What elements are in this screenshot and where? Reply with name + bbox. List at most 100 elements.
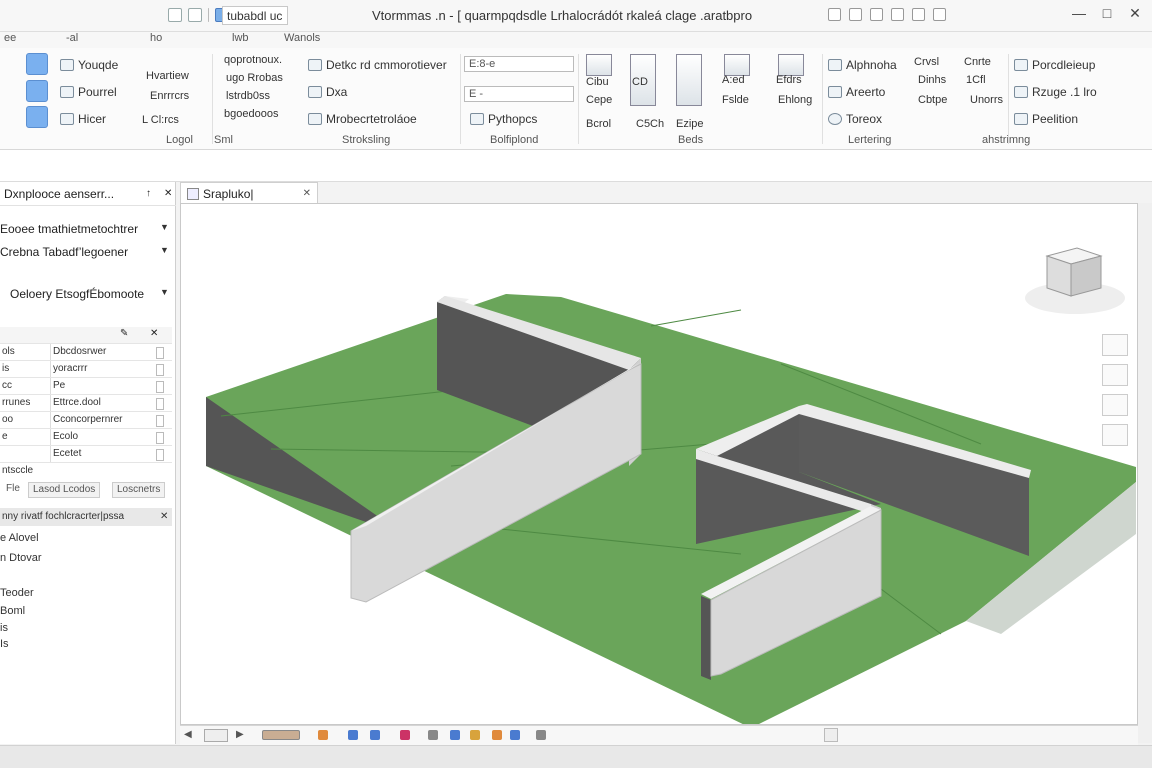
select-icon[interactable] [26, 80, 48, 102]
properties-icon[interactable] [26, 106, 48, 128]
orbit-icon[interactable] [1102, 394, 1128, 416]
table-row[interactable]: Ecetet [0, 446, 172, 463]
scroll-left-icon[interactable]: ◀ [184, 729, 192, 740]
3d-model-view[interactable] [181, 204, 1138, 725]
minimize-icon[interactable]: — [1072, 6, 1086, 20]
settings-icon[interactable] [891, 8, 904, 21]
ribbon-item[interactable]: Fslde [722, 94, 749, 106]
close-icon[interactable]: ✕ [160, 511, 168, 522]
highlight-icon[interactable] [536, 730, 546, 740]
user-icon[interactable] [870, 8, 883, 21]
close-icon[interactable]: ✕ [303, 188, 311, 199]
ribbon-item[interactable]: Mrobecrtetroláoe [308, 112, 417, 126]
sun-path-icon[interactable] [348, 730, 358, 740]
pan-icon[interactable] [1102, 364, 1128, 386]
reveal-icon[interactable] [470, 730, 480, 740]
ribbon-item[interactable]: Porcdleieup [1014, 58, 1095, 72]
edit-icon[interactable]: ✎ [120, 328, 128, 339]
help-icon[interactable] [849, 8, 862, 21]
scroll-thumb[interactable] [824, 728, 838, 742]
undo-icon[interactable] [188, 8, 202, 22]
ribbon-item[interactable]: Pythopcs [470, 112, 537, 126]
browser-item[interactable]: e Alovel [0, 532, 39, 544]
ribbon-item[interactable]: Ezipe [676, 118, 704, 130]
shadows-icon[interactable] [370, 730, 380, 740]
ribbon-item[interactable]: CD [632, 76, 648, 88]
menu-item[interactable]: ho [150, 32, 162, 44]
table-row[interactable]: oo Cconcorpernrer [0, 412, 172, 429]
browser-item[interactable]: Is [0, 638, 9, 650]
maximize-icon[interactable]: □ [1100, 6, 1114, 20]
ribbon-item[interactable]: Cnrte [964, 56, 991, 68]
ribbon-item[interactable]: Toreox [828, 112, 882, 126]
ribbon-item[interactable]: Cepe [586, 94, 612, 106]
menu-item[interactable]: lwb [232, 32, 249, 44]
ribbon-item[interactable]: Ehlong [778, 94, 812, 106]
type-selector-row[interactable]: Crebna Tabadf’legoener ▼ [0, 245, 169, 259]
close-icon[interactable]: ✕ [1128, 6, 1142, 20]
vertical-scrollbar[interactable] [1138, 203, 1152, 743]
table-row[interactable]: e Ecolo [0, 429, 172, 446]
legend-icon[interactable] [778, 54, 804, 76]
temporary-hide-icon[interactable] [450, 730, 460, 740]
sheet-icon[interactable] [676, 54, 702, 106]
schedule-icon[interactable] [724, 54, 750, 76]
ribbon-combo[interactable]: E - [464, 86, 574, 102]
apply-button[interactable]: Loscnetrs [112, 482, 166, 498]
ribbon-item[interactable]: Alphnoha [828, 58, 897, 72]
modify-icon[interactable] [26, 53, 48, 75]
ribbon-item[interactable]: A:ed [722, 74, 745, 86]
document-name-field[interactable]: tubabdl uc [222, 6, 288, 25]
ribbon-item[interactable]: 1Cfl [966, 74, 986, 86]
ribbon-item[interactable]: Youqde [60, 58, 118, 72]
info-icon[interactable] [933, 8, 946, 21]
close-icon[interactable]: ✕ [164, 188, 172, 199]
fit-icon[interactable] [1102, 424, 1128, 446]
ribbon-item[interactable]: Rzuge .1 lro [1014, 85, 1097, 99]
ribbon-item[interactable]: Crvsl [914, 56, 939, 68]
ribbon-combo[interactable]: E:8-e [464, 56, 574, 72]
table-row[interactable]: ols Dbcdosrwer [0, 344, 172, 361]
ribbon-item[interactable]: L Cl:rcs [142, 114, 179, 126]
3d-viewport[interactable] [180, 203, 1138, 725]
ribbon-item[interactable]: Dxa [308, 85, 347, 99]
menu-item[interactable]: ee [4, 32, 16, 44]
ribbon-item[interactable]: Hvartiew [146, 70, 189, 82]
visual-style-icon[interactable] [318, 730, 328, 740]
panel-button[interactable]: Fle [2, 482, 24, 498]
ribbon-item[interactable]: Bcrol [586, 118, 611, 130]
ribbon-item[interactable]: Cibu [586, 76, 609, 88]
type-selector-row[interactable]: Eooee tmathietmetochtrer ▼ [0, 222, 169, 236]
menu-item[interactable]: Wanols [284, 32, 320, 44]
panel-button[interactable]: Lasod Lcodos [28, 482, 101, 498]
table-row[interactable]: rrunes Ettrce.dool [0, 395, 172, 412]
cloud-icon[interactable] [912, 8, 925, 21]
browser-item[interactable]: Teoder [0, 587, 34, 599]
crop-icon[interactable] [400, 730, 410, 740]
ribbon-item[interactable]: Peelition [1014, 112, 1078, 126]
ribbon-item[interactable]: C5Ch [636, 118, 664, 130]
ribbon-item[interactable]: qoprotnoux. [224, 54, 282, 66]
tab-3d-view[interactable]: Srapluko| ✕ [180, 182, 318, 204]
view-cube-icon[interactable] [1025, 247, 1125, 314]
browser-item[interactable]: n Dtovar [0, 552, 42, 564]
search-icon[interactable] [828, 8, 841, 21]
table-row[interactable]: cc Pe [0, 378, 172, 395]
ribbon-item[interactable]: Detkc rd cmmorotiever [308, 58, 447, 72]
pin-icon[interactable]: ↑ [146, 188, 151, 199]
ribbon-item[interactable]: Pourrel [60, 85, 117, 99]
close-icon[interactable]: ✕ [150, 328, 158, 339]
instance-filter-row[interactable]: Oeloery EtsogfÉbomoote ▼ [10, 287, 169, 301]
browser-item[interactable]: Boml [0, 605, 25, 617]
ribbon-item[interactable]: Areerto [828, 85, 885, 99]
menu-item[interactable]: -al [66, 32, 78, 44]
ribbon-item[interactable]: Dinhs [918, 74, 946, 86]
browser-item[interactable]: is [0, 622, 8, 634]
save-icon[interactable] [168, 8, 182, 22]
scroll-right-icon[interactable]: ▶ [236, 729, 244, 740]
analysis-icon[interactable] [510, 730, 520, 740]
ribbon-item[interactable]: Enrrrcrs [150, 90, 189, 102]
ribbon-item[interactable]: lstrdb0ss [226, 90, 270, 102]
ribbon-item[interactable]: bgoedooos [224, 108, 278, 120]
view-icon[interactable] [586, 54, 612, 76]
